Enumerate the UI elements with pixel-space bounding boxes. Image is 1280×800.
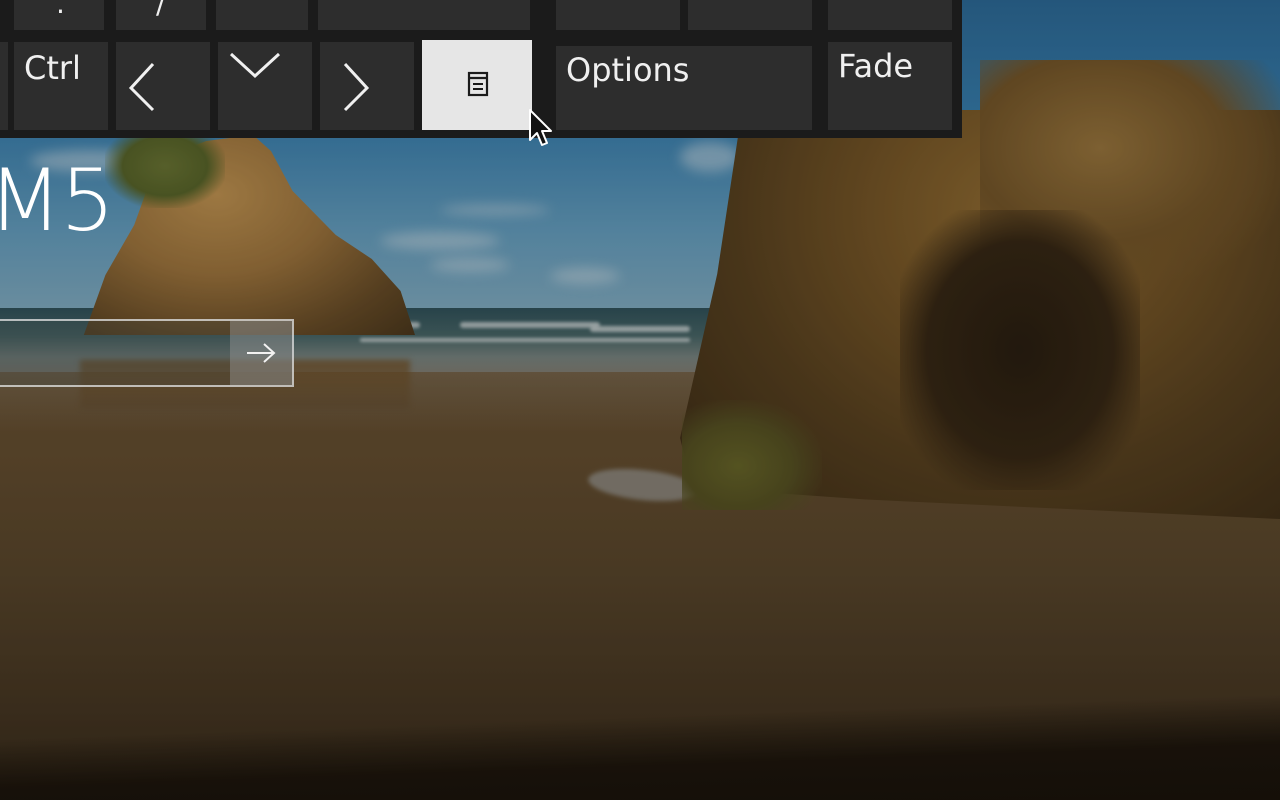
arrow-right-icon: [247, 343, 276, 363]
chevron-left-icon: [128, 62, 155, 112]
chevron-right-icon: [343, 62, 370, 112]
key-top-7[interactable]: [828, 0, 952, 30]
key-ctrl[interactable]: Ctrl: [14, 42, 108, 130]
key-right-arrow[interactable]: [320, 42, 414, 130]
key-fade[interactable]: Fade: [828, 42, 952, 130]
key-top-5[interactable]: [556, 0, 680, 30]
chevron-down-icon: [229, 52, 281, 79]
context-menu-icon: [467, 71, 489, 97]
key-top-6[interactable]: [688, 0, 812, 30]
key-down-arrow[interactable]: [218, 42, 312, 130]
key-period[interactable]: .: [14, 0, 104, 30]
key-top-3[interactable]: [216, 0, 308, 30]
submit-button[interactable]: [230, 321, 292, 385]
key-partial-left[interactable]: [0, 42, 8, 130]
key-options[interactable]: Options: [556, 46, 812, 130]
key-slash[interactable]: /: [116, 0, 206, 30]
on-screen-keyboard: . / Ctrl Options Fade: [0, 0, 962, 138]
mouse-cursor-icon: [529, 109, 552, 146]
key-left-arrow[interactable]: [116, 42, 210, 130]
user-name-text: M5: [0, 151, 115, 251]
password-input[interactable]: [0, 321, 230, 385]
key-top-4[interactable]: [318, 0, 530, 30]
password-box: [0, 319, 294, 387]
context-menu-key[interactable]: [422, 40, 532, 130]
